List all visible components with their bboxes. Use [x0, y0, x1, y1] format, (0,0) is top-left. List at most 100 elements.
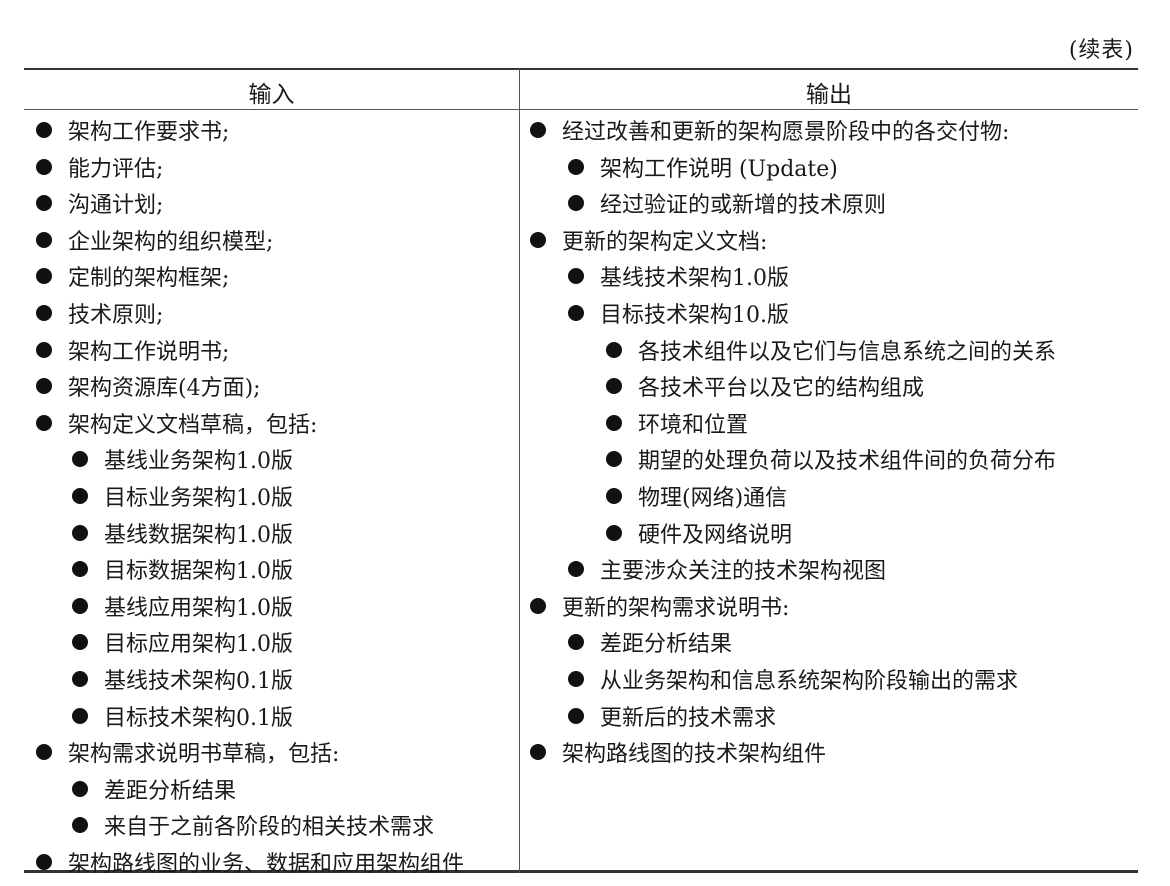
column-divider — [519, 68, 520, 873]
list-item: 能力评估; — [36, 149, 163, 185]
bullet-icon — [36, 158, 52, 175]
bullet-icon — [606, 414, 622, 431]
bullet-icon — [72, 524, 88, 541]
list-item: 沟通计划; — [36, 185, 163, 221]
list-item-text: 基线技术架构0.1版 — [104, 669, 293, 694]
bullet-icon — [36, 854, 52, 870]
bullet-icon — [72, 780, 88, 797]
input-column-header: 输入 — [248, 82, 295, 108]
list-item-text: 架构资源库(4方面); — [68, 376, 261, 402]
bullet-icon — [568, 305, 584, 321]
bullet-icon — [72, 561, 88, 578]
list-item-text: 各技术组件以及它们与信息系统之间的关系 — [638, 339, 1057, 365]
list-item: 更新的架构需求说明书: — [530, 588, 789, 624]
list-item-text: 目标应用架构1.0版 — [104, 632, 293, 658]
list-item: 经过验证的或新增的技术原则 — [568, 185, 886, 221]
list-item-text: 架构定义文档草稿，包括: — [68, 412, 318, 438]
list-item-text: 目标业务架构1.0版 — [104, 486, 293, 511]
list-item-text: 环境和位置 — [638, 412, 749, 438]
bullet-icon — [36, 268, 52, 285]
list-item: 架构工作要求书; — [36, 112, 229, 148]
list-item-text: 期望的处理负荷以及技术组件间的负荷分布 — [638, 449, 1057, 475]
list-item: 目标业务架构1.0版 — [72, 478, 293, 514]
list-item-text: 架构工作要求书; — [68, 120, 230, 145]
bullet-icon — [568, 671, 584, 687]
bullet-icon — [72, 817, 88, 834]
bullet-icon — [36, 231, 52, 248]
list-item: 架构路线图的技术架构组件 — [530, 734, 826, 770]
bullet-icon — [36, 341, 52, 358]
list-item: 目标技术架构10.版 — [568, 295, 789, 331]
list-item: 各技术平台以及它的结构组成 — [606, 368, 924, 404]
bullet-icon — [568, 158, 584, 175]
bullet-icon — [530, 231, 546, 248]
bullet-icon — [72, 634, 88, 651]
list-item-text: 企业架构的组织模型; — [68, 229, 274, 255]
list-item-text: 能力评估; — [68, 156, 164, 182]
bullet-icon — [36, 414, 52, 431]
list-item-text: 架构工作说明书; — [68, 339, 230, 365]
bullet-icon — [530, 122, 546, 138]
list-item: 架构资源库(4方面); — [36, 368, 261, 404]
list-item-text: 架构路线图的技术架构组件 — [562, 742, 827, 768]
bullet-icon — [36, 195, 52, 212]
table-top-rule — [24, 68, 1138, 70]
bullet-icon — [72, 597, 88, 614]
list-item-text: 主要涉众关注的技术架构视图 — [600, 559, 887, 585]
bullet-icon — [72, 707, 88, 724]
bullet-icon — [72, 488, 88, 504]
list-item-text: 差距分析结果 — [104, 778, 237, 804]
input-output-table: 输入 输出 架构工作要求书; 能力评估; 沟通计划; 企业架构的组织模型; 定制的架构框… — [24, 68, 1138, 877]
list-item: 架构工作说明书; — [36, 332, 229, 368]
bullet-icon — [568, 268, 584, 285]
list-item-text: 硬件及网络说明 — [638, 522, 793, 548]
table-continuation-caption: (续表) — [1068, 38, 1134, 63]
bullet-icon — [72, 671, 88, 687]
list-item: 从业务架构和信息系统架构阶段输出的需求 — [568, 661, 1018, 697]
list-item: 架构路线图的业务、数据和应用架构组件 — [36, 844, 464, 880]
bullet-icon — [72, 451, 88, 468]
list-item: 基线应用架构1.0版 — [72, 588, 293, 624]
output-column-header: 输出 — [806, 82, 852, 108]
list-item: 目标技术架构0.1版 — [72, 698, 293, 734]
list-item: 各技术组件以及它们与信息系统之间的关系 — [606, 332, 1056, 368]
list-item-text: 目标数据架构1.0版 — [104, 559, 293, 585]
bullet-icon — [606, 524, 622, 541]
bullet-icon — [606, 341, 622, 358]
list-item-text: 定制的架构框架; — [68, 266, 230, 292]
bullet-icon — [606, 488, 622, 504]
list-item: 差距分析结果 — [72, 771, 236, 807]
list-item-text: 经过改善和更新的架构愿景阶段中的各交付物: — [562, 120, 1010, 145]
list-item-text: 目标技术架构0.1版 — [104, 705, 293, 731]
bullet-icon — [36, 378, 52, 395]
list-item-text: 更新的架构需求说明书: — [562, 595, 790, 621]
list-item-text: 基线业务架构1.0版 — [104, 449, 293, 475]
list-item-text: 基线数据架构1.0版 — [104, 522, 293, 548]
list-item-text: 沟通计划; — [68, 193, 164, 219]
list-item-text: 技术原则; — [68, 303, 164, 328]
list-item-text: 架构需求说明书草稿，包括: — [68, 742, 340, 768]
list-item-text: 差距分析结果 — [600, 632, 733, 658]
list-item-text: 更新后的技术需求 — [600, 705, 777, 731]
list-item: 架构定义文档草稿，包括: — [36, 405, 317, 441]
list-item: 物理(网络)通信 — [606, 478, 787, 514]
table-header-rule — [24, 109, 1138, 110]
list-item-text: 经过验证的或新增的技术原则 — [600, 193, 887, 219]
bullet-icon — [36, 122, 52, 138]
list-item: 环境和位置 — [606, 405, 748, 441]
list-item-text: 架构工作说明 (Update) — [600, 156, 838, 182]
list-item-text: 目标技术架构10.版 — [600, 303, 789, 328]
list-item-text: 从业务架构和信息系统架构阶段输出的需求 — [600, 669, 1019, 694]
list-item-text: 基线技术架构1.0版 — [600, 266, 789, 292]
bullet-icon — [568, 634, 584, 651]
bullet-icon — [568, 195, 584, 212]
list-item: 更新的架构定义文档: — [530, 222, 767, 258]
list-item-text: 物理(网络)通信 — [638, 486, 788, 511]
list-item: 来自于之前各阶段的相关技术需求 — [72, 807, 434, 843]
list-item: 主要涉众关注的技术架构视图 — [568, 551, 886, 587]
bullet-icon — [606, 451, 622, 468]
list-item: 定制的架构框架; — [36, 258, 229, 294]
list-item: 目标数据架构1.0版 — [72, 551, 293, 587]
list-item-text: 更新的架构定义文档: — [562, 229, 768, 255]
list-item: 经过改善和更新的架构愿景阶段中的各交付物: — [530, 112, 1009, 148]
